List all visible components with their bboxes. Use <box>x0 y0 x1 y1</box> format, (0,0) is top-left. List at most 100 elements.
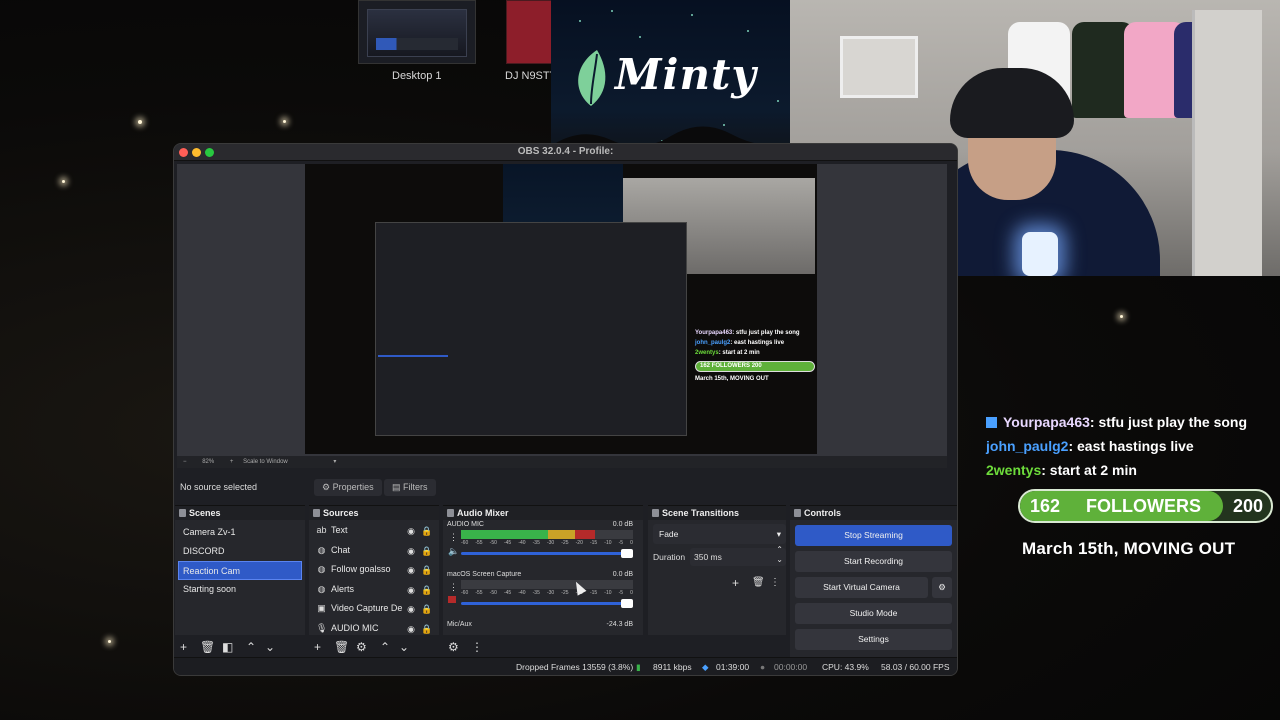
desktop-space-thumbnail[interactable] <box>358 0 476 64</box>
visibility-eye-icon[interactable]: ◉ <box>405 525 417 537</box>
sources-dock-title: Sources <box>309 506 439 520</box>
meter-tick-label: -15 <box>589 590 598 596</box>
visibility-eye-icon[interactable]: ◉ <box>405 564 417 576</box>
chat-message: john_paulg2: east hastings live <box>986 438 1194 454</box>
screen: Desktop 1 DJ N9STY Minty Yourpapa463: st… <box>0 0 1280 720</box>
meter-tick-label: -55 <box>475 540 483 546</box>
muted-speaker-icon[interactable] <box>448 596 456 603</box>
zoom-in-button[interactable]: + <box>230 459 234 465</box>
desktop-space-thumbnail[interactable] <box>506 0 552 64</box>
preview-chat-line: 2wentys: start at 2 min <box>695 350 760 356</box>
camera-icon: ▣ <box>317 603 326 613</box>
channel-menu-icon[interactable]: ⋮ <box>449 582 458 593</box>
lock-icon[interactable]: 🔒 <box>421 564 433 576</box>
visibility-eye-icon[interactable]: ◉ <box>405 623 417 635</box>
globe-icon: ◍ <box>317 544 326 555</box>
remove-transition-icon[interactable]: 🗑 <box>752 577 765 588</box>
meter-fill <box>461 530 596 539</box>
properties-button[interactable]: ⚙ Properties <box>314 479 382 496</box>
start-recording-button[interactable]: Start Recording <box>795 551 952 572</box>
scene-filters-icon[interactable]: ◧ <box>222 640 233 654</box>
move-down-icon[interactable]: ⌄ <box>265 640 275 654</box>
preview-chat-overlay: Yourpapa463: stfu just play the song joh… <box>695 328 815 384</box>
transition-select[interactable]: Fade ▾ <box>653 524 786 544</box>
lock-icon[interactable]: 🔒 <box>421 603 433 615</box>
desktop-space-label: Desktop 1 <box>392 70 442 82</box>
scenes-dock: Scenes Camera Zv-1 DISCORD Reaction Cam … <box>175 505 305 635</box>
lock-icon[interactable]: 🔒 <box>421 525 433 537</box>
speaker-icon[interactable]: 🔈 <box>448 546 459 557</box>
connection-quality-icon: ▮ <box>636 662 641 672</box>
source-item[interactable]: ◍ Follow goalsso ◉ 🔒 <box>309 560 439 580</box>
filters-button[interactable]: ▤ Filters <box>384 479 436 496</box>
preview-area[interactable]: Yourpapa463: stfu just play the song joh… <box>177 164 947 456</box>
street-light <box>1120 315 1123 318</box>
duration-stepper-icon[interactable]: ⌃ ⌄ <box>776 545 783 565</box>
duration-label: Duration <box>653 552 686 562</box>
fader-handle[interactable] <box>621 549 633 558</box>
follower-goal-bar: 162 FOLLOWERS 200 <box>1018 489 1273 523</box>
duration-input[interactable]: 350 ms ⌃ ⌄ <box>690 545 786 566</box>
program-canvas[interactable]: Yourpapa463: stfu just play the song joh… <box>305 164 817 454</box>
add-source-icon[interactable]: + <box>314 640 321 654</box>
stop-streaming-button[interactable]: Stop Streaming <box>795 525 952 546</box>
chat-message: Yourpapa463: stfu just play the song <box>986 410 1276 434</box>
meter-tick-label: -25 <box>561 590 569 596</box>
zoom-level[interactable]: 82% <box>202 459 214 465</box>
source-item[interactable]: ▣ Video Capture De ◉ 🔒 <box>309 599 439 619</box>
remove-source-icon[interactable]: 🗑 <box>334 640 349 654</box>
street-light <box>138 120 142 124</box>
source-item[interactable]: ◍ Chat ◉ 🔒 <box>309 541 439 561</box>
remove-scene-icon[interactable]: 🗑 <box>200 640 215 654</box>
mixer-menu-icon[interactable]: ⋮ <box>471 640 483 654</box>
sources-toolbar: + 🗑 ⚙ ⌃ ⌄ <box>309 636 439 658</box>
channel-menu-icon[interactable]: ⋮ <box>449 532 458 543</box>
stream-time: 01:39:00 <box>716 662 750 672</box>
source-item[interactable]: ◍ Alerts ◉ 🔒 <box>309 580 439 600</box>
mixer-channel: Mic/Aux -24.3 dB <box>447 621 633 628</box>
scene-item[interactable]: Camera Zv-1 <box>175 523 305 542</box>
move-up-icon[interactable]: ⌃ <box>246 640 256 654</box>
volume-meter <box>461 530 633 539</box>
transition-menu-icon[interactable]: ⋮ <box>770 577 780 588</box>
scale-mode[interactable]: Scale to Window <box>243 459 288 465</box>
source-properties-gear-icon[interactable]: ⚙ <box>356 640 367 654</box>
title-bar[interactable]: OBS 32.0.4 - Profile: <box>174 144 957 161</box>
preview-zoom-bar: − 82% + Scale to Window ▾ <box>177 456 947 468</box>
scene-item[interactable]: Starting soon <box>175 580 305 599</box>
street-light <box>283 120 286 123</box>
virtual-camera-settings-gear-icon[interactable]: ⚙ <box>932 577 952 598</box>
volume-fader[interactable] <box>461 549 633 558</box>
gear-icon: ⚙ <box>322 482 333 492</box>
lock-icon[interactable]: 🔒 <box>421 584 433 596</box>
mixer-toolbar: ⚙ ⋮ <box>443 636 643 658</box>
source-item[interactable]: ab Text ◉ 🔒 <box>309 521 439 541</box>
visibility-eye-icon[interactable]: ◉ <box>405 584 417 596</box>
source-selection-toolbar: No source selected ⚙ Properties ▤ Filter… <box>174 476 957 500</box>
cpu-usage: CPU: 43.9% <box>822 662 869 672</box>
no-source-label: No source selected <box>180 482 258 492</box>
fader-handle[interactable] <box>621 599 633 608</box>
add-transition-icon[interactable]: + <box>732 576 739 590</box>
scene-item[interactable]: DISCORD <box>175 542 305 561</box>
preview-follower-bar: 162 FOLLOWERS 200 <box>695 361 815 372</box>
move-up-icon[interactable]: ⌃ <box>380 640 390 654</box>
visibility-eye-icon[interactable]: ◉ <box>405 603 417 615</box>
lock-icon[interactable]: 🔒 <box>421 623 433 635</box>
studio-mode-button[interactable]: Studio Mode <box>795 603 952 624</box>
visibility-eye-icon[interactable]: ◉ <box>405 545 417 557</box>
meter-ticks: -60 -55 -50 -45 -40 -35 -30 -25 -20 -15 -10 -5 0 <box>461 590 633 596</box>
advanced-audio-gear-icon[interactable]: ⚙ <box>448 640 459 654</box>
add-scene-icon[interactable]: + <box>180 640 187 654</box>
move-down-icon[interactable]: ⌄ <box>399 640 409 654</box>
start-virtual-camera-button[interactable]: Start Virtual Camera <box>795 577 928 598</box>
scene-transitions-dock: Scene Transitions Fade ▾ Duration 350 ms… <box>648 505 786 635</box>
zoom-out-button[interactable]: − <box>183 459 187 465</box>
volume-fader[interactable] <box>461 599 633 608</box>
preview-chat-line: john_paulg2: east hastings live <box>695 340 785 346</box>
scene-item-active[interactable]: Reaction Cam <box>178 561 302 580</box>
scale-mode-chevron-icon[interactable]: ▾ <box>333 459 336 465</box>
settings-button[interactable]: Settings <box>795 629 952 650</box>
lock-icon[interactable]: 🔒 <box>421 545 433 557</box>
announcement-text: March 15th, MOVING OUT <box>1022 539 1236 558</box>
